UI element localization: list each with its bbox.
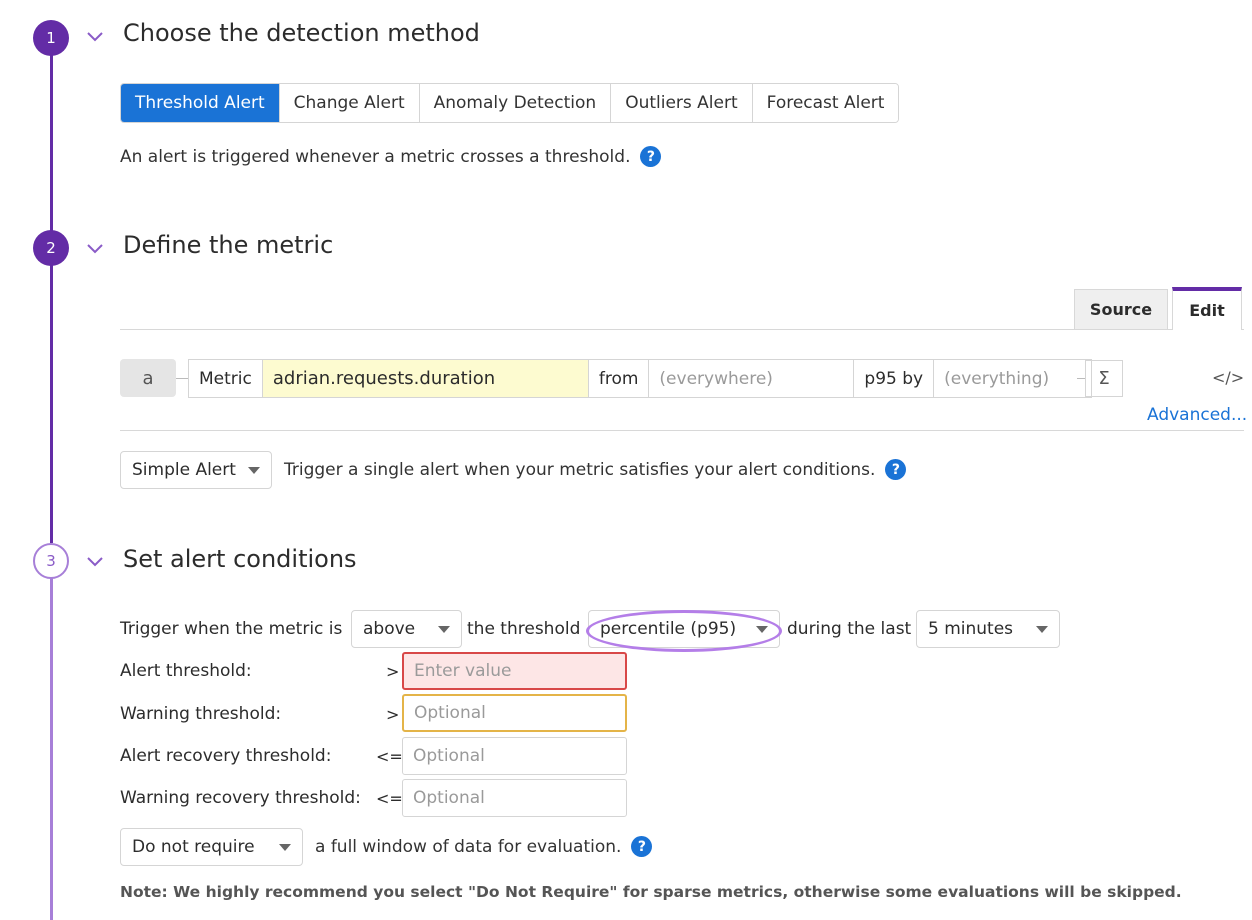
connector-line [176, 378, 188, 379]
comparison-value: above [363, 619, 416, 639]
code-icon[interactable]: </> [1212, 368, 1244, 387]
metric-name-input[interactable]: adrian.requests.duration [262, 360, 589, 397]
tab-outliers-alert[interactable]: Outliers Alert [611, 84, 753, 122]
tab-threshold-alert[interactable]: Threshold Alert [121, 84, 280, 122]
step-number-3: 3 [33, 543, 69, 579]
from-label: from [589, 360, 650, 397]
alert-threshold-input[interactable] [402, 652, 627, 690]
detection-description: An alert is triggered whenever a metric … [120, 146, 662, 167]
window-value: 5 minutes [928, 619, 1014, 639]
threshold-label: the threshold [467, 619, 581, 639]
caret-down-icon [248, 466, 260, 474]
chevron-down-icon[interactable] [84, 25, 106, 47]
detection-description-text: An alert is triggered whenever a metric … [120, 146, 631, 167]
require-window-dropdown[interactable]: Do not require [120, 828, 303, 866]
caret-down-icon [438, 625, 450, 633]
sigma-icon[interactable]: Σ [1085, 360, 1123, 397]
by-input[interactable]: (everything) [934, 360, 1091, 397]
detection-method-tabs: Threshold Alert Change Alert Anomaly Det… [120, 83, 900, 123]
advanced-link[interactable]: Advanced... [1147, 405, 1247, 425]
aggregation-dropdown[interactable]: percentile (p95) [588, 610, 780, 648]
step-rail-3 [50, 578, 53, 920]
step-title-2: Define the metric [123, 231, 334, 259]
aggregation-value: percentile (p95) [600, 619, 737, 639]
warning-recovery-threshold-input[interactable] [402, 779, 627, 817]
alert-threshold-label: Alert threshold: [120, 661, 252, 681]
query-letter[interactable]: a [120, 359, 176, 397]
warning-threshold-operator: > [386, 705, 400, 724]
step-title-3: Set alert conditions [123, 545, 357, 573]
alert-type-description: Trigger a single alert when your metric … [284, 459, 907, 480]
alert-type-dropdown[interactable]: Simple Alert [120, 451, 272, 489]
tab-edit[interactable]: Edit [1172, 287, 1242, 330]
require-window-description-text: a full window of data for evaluation. [315, 836, 622, 857]
alert-type-description-text: Trigger a single alert when your metric … [284, 459, 876, 480]
metric-query-box: Metric adrian.requests.duration from (ev… [188, 359, 1093, 398]
caret-down-icon [279, 843, 291, 851]
tab-anomaly-detection[interactable]: Anomaly Detection [419, 84, 612, 122]
step-number-1: 1 [33, 20, 69, 56]
connector-line [1077, 378, 1085, 379]
caret-down-icon [756, 625, 768, 633]
alert-recovery-threshold-input[interactable] [402, 737, 627, 775]
require-window-value: Do not require [132, 837, 255, 857]
tab-forecast-alert[interactable]: Forecast Alert [752, 84, 899, 122]
require-window-description: a full window of data for evaluation. ? [315, 836, 653, 857]
alert-recovery-threshold-operator: <= [376, 747, 403, 766]
warning-threshold-label: Warning threshold: [120, 704, 282, 724]
trigger-prefix: Trigger when the metric is [120, 619, 343, 639]
question-circle-icon[interactable]: ? [885, 459, 907, 480]
step-number-2: 2 [33, 230, 69, 266]
tab-change-alert[interactable]: Change Alert [279, 84, 420, 122]
warning-recovery-threshold-operator: <= [376, 789, 403, 808]
chevron-down-icon[interactable] [84, 550, 106, 572]
question-circle-icon[interactable]: ? [631, 836, 653, 857]
tab-source[interactable]: Source [1074, 289, 1168, 329]
alert-threshold-operator: > [386, 662, 400, 681]
during-label: during the last [787, 619, 912, 639]
warning-recovery-threshold-label: Warning recovery threshold: [120, 788, 361, 808]
window-dropdown[interactable]: 5 minutes [916, 610, 1060, 648]
metric-label: Metric [189, 360, 263, 397]
warning-threshold-input[interactable] [402, 694, 627, 732]
alert-type-value: Simple Alert [132, 460, 236, 480]
caret-down-icon [1036, 625, 1048, 633]
step-title-1: Choose the detection method [123, 19, 480, 47]
question-circle-icon[interactable]: ? [640, 146, 662, 167]
chevron-down-icon[interactable] [84, 237, 106, 259]
divider [120, 430, 1244, 431]
sparse-metrics-note: Note: We highly recommend you select "Do… [120, 883, 1182, 901]
divider [120, 329, 1244, 330]
alert-recovery-threshold-label: Alert recovery threshold: [120, 746, 332, 766]
step-rail-1 [50, 52, 53, 232]
step-rail-2 [50, 265, 53, 543]
comparison-dropdown[interactable]: above [351, 610, 462, 648]
from-input[interactable]: (everywhere) [649, 360, 855, 397]
aggregation-label[interactable]: p95 by [854, 360, 935, 397]
